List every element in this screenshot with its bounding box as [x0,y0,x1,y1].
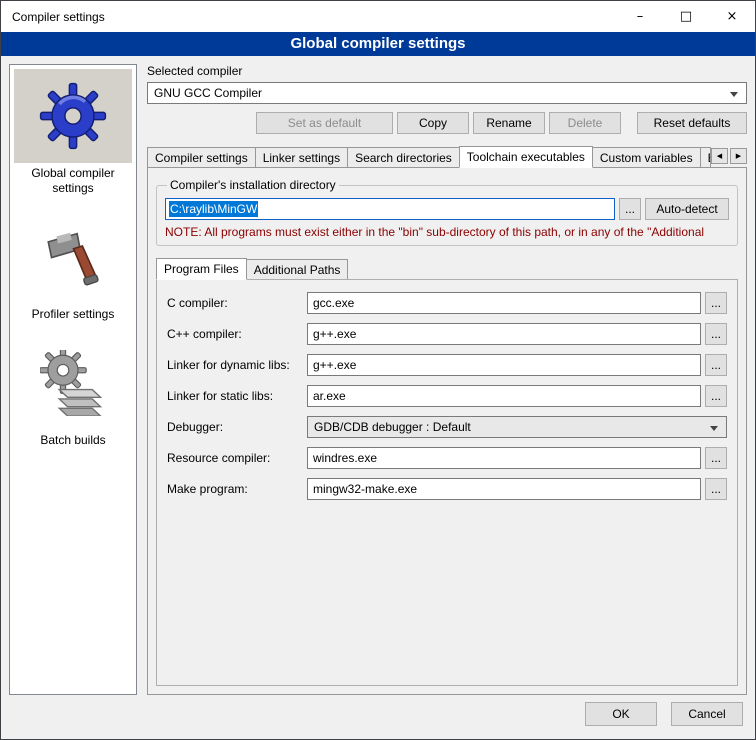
resource-compiler-input[interactable]: windres.exe [307,447,701,469]
window-controls: – □ × [617,1,755,32]
installation-directory-note: NOTE: All programs must exist either in … [165,225,729,239]
tab-search-directories[interactable]: Search directories [347,147,460,167]
cpp-compiler-label: C++ compiler: [167,327,307,341]
field-row-static-linker: Linker for static libs: ar.exe ... [167,385,727,407]
profiler-icon-box [14,210,132,304]
selected-compiler-dropdown[interactable]: GNU GCC Compiler [147,82,747,104]
static-linker-label: Linker for static libs: [167,389,307,403]
dynamic-linker-label: Linker for dynamic libs: [167,358,307,372]
debugger-dropdown[interactable]: GDB/CDB debugger : Default [307,416,727,438]
settings-category-list: Global compiler settings Profiler settin… [9,64,137,695]
make-program-browse-button[interactable]: ... [705,478,727,500]
resource-compiler-browse-button[interactable]: ... [705,447,727,469]
cpp-compiler-browse-button[interactable]: ... [705,323,727,345]
sidebar-item-label: Global compiler settings [10,163,136,204]
tab-program-files[interactable]: Program Files [156,258,247,280]
set-as-default-button[interactable]: Set as default [256,112,393,134]
minimize-button[interactable]: – [617,1,663,32]
make-program-label: Make program: [167,482,307,496]
field-row-debugger: Debugger: GDB/CDB debugger : Default [167,416,727,438]
main-panel: Selected compiler GNU GCC Compiler Set a… [147,64,747,695]
ok-button[interactable]: OK [585,702,657,726]
c-compiler-input[interactable]: gcc.exe [307,292,701,314]
sidebar-item-global-compiler-settings[interactable]: Global compiler settings [10,69,136,204]
installation-directory-browse-button[interactable]: ... [619,198,641,220]
copy-button[interactable]: Copy [397,112,469,134]
resource-compiler-label: Resource compiler: [167,451,307,465]
installation-directory-row: C:\raylib\MinGW ... Auto-detect [165,198,729,220]
page-title: Global compiler settings [1,32,755,56]
field-row-cpp-compiler: C++ compiler: g++.exe ... [167,323,727,345]
debugger-value: GDB/CDB debugger : Default [314,420,471,434]
field-row-c-compiler: C compiler: gcc.exe ... [167,292,727,314]
installation-directory-input[interactable]: C:\raylib\MinGW [165,198,615,220]
program-files-panel: C compiler: gcc.exe ... C++ compiler: g+… [156,279,738,686]
gear-gray-stack-icon [40,350,106,416]
titlebar[interactable]: Compiler settings – □ × [1,1,755,32]
batch-builds-icon-box [14,336,132,430]
auto-detect-button[interactable]: Auto-detect [645,198,729,220]
c-compiler-label: C compiler: [167,296,307,310]
field-row-resource-compiler: Resource compiler: windres.exe ... [167,447,727,469]
sidebar-item-batch-builds[interactable]: Batch builds [10,336,136,456]
gear-blue-icon [37,80,109,152]
delete-button[interactable]: Delete [549,112,621,134]
settings-tabstrip: Compiler settings Linker settings Search… [147,146,747,167]
selected-compiler-label: Selected compiler [147,64,747,78]
reset-defaults-button[interactable]: Reset defaults [637,112,747,134]
compiler-action-buttons: Set as default Copy Rename Delete Reset … [147,112,747,134]
selected-compiler-value: GNU GCC Compiler [154,86,262,100]
sidebar-item-label: Profiler settings [28,304,119,330]
dynamic-linker-input[interactable]: g++.exe [307,354,701,376]
close-button[interactable]: × [709,1,755,32]
window-title: Compiler settings [1,10,617,24]
chevron-down-icon [730,92,738,97]
maximize-button[interactable]: □ [663,1,709,32]
installation-directory-value: C:\raylib\MinGW [169,201,258,217]
static-linker-input[interactable]: ar.exe [307,385,701,407]
dialog-body: Global compiler settings Profiler settin… [1,56,755,699]
tab-additional-paths[interactable]: Additional Paths [246,259,349,279]
tab-scrollers: ◀ ▶ [711,148,747,167]
sidebar-item-label: Batch builds [36,430,109,456]
tab-compiler-settings[interactable]: Compiler settings [147,147,256,167]
cpp-compiler-input[interactable]: g++.exe [307,323,701,345]
compiler-settings-window: Compiler settings – □ × Global compiler … [0,0,756,740]
field-row-dynamic-linker: Linker for dynamic libs: g++.exe ... [167,354,727,376]
tab-custom-variables[interactable]: Custom variables [592,147,701,167]
field-row-make-program: Make program: mingw32-make.exe ... [167,478,727,500]
tab-linker-settings[interactable]: Linker settings [255,147,348,167]
toolchain-executables-panel: Compiler's installation directory C:\ray… [147,167,747,695]
static-linker-browse-button[interactable]: ... [705,385,727,407]
cancel-button[interactable]: Cancel [671,702,743,726]
rename-button[interactable]: Rename [473,112,545,134]
installation-directory-title: Compiler's installation directory [167,178,339,192]
sidebar-item-profiler-settings[interactable]: Profiler settings [10,210,136,330]
tab-toolchain-executables[interactable]: Toolchain executables [459,146,593,168]
tab-scroll-right-icon[interactable]: ▶ [730,148,747,164]
c-compiler-browse-button[interactable]: ... [705,292,727,314]
dialog-footer: OK Cancel [1,699,755,739]
chevron-down-icon [710,426,718,431]
tab-scroll-left-icon[interactable]: ◀ [711,148,728,164]
tab-build-options[interactable]: Build [700,147,711,167]
hammer-icon [40,224,106,290]
global-compiler-icon-box [14,69,132,163]
make-program-input[interactable]: mingw32-make.exe [307,478,701,500]
dynamic-linker-browse-button[interactable]: ... [705,354,727,376]
debugger-label: Debugger: [167,420,307,434]
program-tabstrip: Program Files Additional Paths [156,258,738,279]
installation-directory-groupbox: Compiler's installation directory C:\ray… [156,178,738,246]
